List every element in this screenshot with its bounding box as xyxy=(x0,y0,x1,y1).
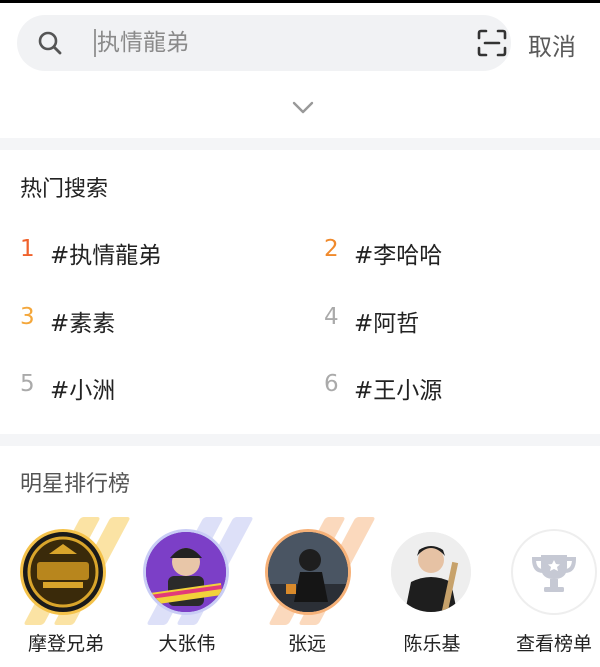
star-item[interactable]: 摩登兄弟 xyxy=(0,511,131,661)
hot-search-item[interactable]: 1 #执情龍弟 xyxy=(20,236,290,272)
hot-search-item[interactable]: 3 #素素 xyxy=(20,304,290,340)
star-name: 摩登兄弟 xyxy=(27,633,104,655)
scan-icon[interactable] xyxy=(476,28,508,58)
star-name: 张远 xyxy=(287,633,326,655)
status-bar-edge xyxy=(0,0,600,3)
hot-search-text: #李哈哈 xyxy=(354,243,443,269)
avatar xyxy=(388,529,474,615)
hot-search-rank: 4 xyxy=(324,304,339,330)
star-item[interactable]: 陈乐基 xyxy=(368,511,488,661)
avatar-image xyxy=(391,532,471,612)
hot-search-item[interactable]: 5 #小洲 xyxy=(20,371,290,407)
avatar xyxy=(20,529,106,615)
avatar-image xyxy=(146,532,226,612)
cancel-button[interactable]: 取消 xyxy=(528,27,576,62)
hot-search-rank: 6 xyxy=(324,371,339,397)
hot-search-item[interactable]: 2 #李哈哈 xyxy=(324,236,594,272)
chevron-down-icon[interactable] xyxy=(290,98,316,118)
trophy-badge xyxy=(511,529,597,615)
star-name: 陈乐基 xyxy=(403,633,461,655)
section-divider xyxy=(0,434,600,446)
trophy-icon xyxy=(531,555,577,592)
hot-search-rank: 1 xyxy=(20,236,35,262)
section-divider xyxy=(0,138,600,150)
star-item[interactable]: 张远 xyxy=(245,511,376,661)
hot-search-text: #执情龍弟 xyxy=(50,243,162,269)
search-input[interactable] xyxy=(97,25,457,61)
hot-search-item[interactable]: 6 #王小源 xyxy=(324,371,594,407)
hot-search-text: #素素 xyxy=(50,311,116,337)
view-ranking-label: 查看榜单 xyxy=(515,633,592,655)
hot-search-text: #阿哲 xyxy=(354,311,420,337)
hot-search-rank: 5 xyxy=(20,371,35,397)
text-cursor xyxy=(94,29,96,57)
hot-search-rank: 2 xyxy=(324,236,339,262)
avatar xyxy=(265,529,351,615)
star-ranking-title: 明星排行榜 xyxy=(20,472,131,497)
avatar-image xyxy=(27,536,99,608)
hot-search-title: 热门搜索 xyxy=(20,177,109,202)
search-bar: 取消 xyxy=(0,15,600,73)
hot-search-text: #王小源 xyxy=(354,378,443,404)
avatar xyxy=(143,529,229,615)
avatar-image xyxy=(268,532,348,612)
hot-search-rank: 3 xyxy=(20,304,35,330)
star-name: 大张伟 xyxy=(158,633,216,655)
hot-search-text: #小洲 xyxy=(50,378,116,404)
hot-search-item[interactable]: 4 #阿哲 xyxy=(324,304,594,340)
search-icon xyxy=(38,31,62,55)
star-item[interactable]: 大张伟 xyxy=(123,511,254,661)
view-ranking-button[interactable]: 查看榜单 xyxy=(491,511,600,661)
search-field[interactable] xyxy=(17,15,511,71)
